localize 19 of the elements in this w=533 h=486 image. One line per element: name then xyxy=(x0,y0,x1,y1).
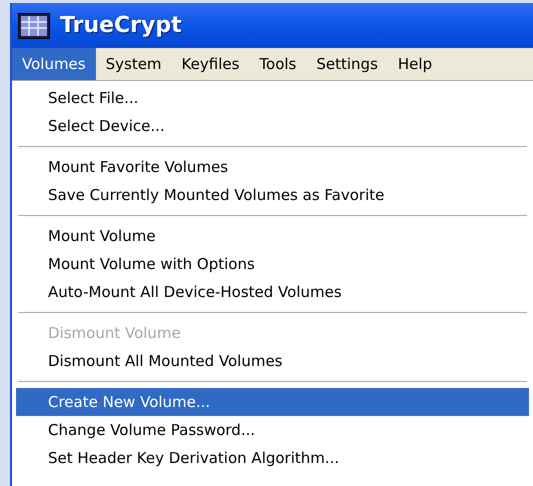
menu-item[interactable]: Mount Volume with Options xyxy=(16,250,529,278)
menu-item[interactable]: Change Volume Password... xyxy=(16,416,529,444)
menu-item[interactable]: Mount Volume xyxy=(16,222,529,250)
menu-bar-item[interactable]: Settings xyxy=(306,48,388,80)
menu-bar-item[interactable]: Tools xyxy=(249,48,306,80)
menu-item[interactable]: Save Currently Mounted Volumes as Favorite xyxy=(16,181,529,209)
menu-item[interactable]: Create New Volume... xyxy=(16,388,529,416)
menu-item[interactable]: Mount Favorite Volumes xyxy=(16,153,529,181)
menu-item[interactable]: Dismount All Mounted Volumes xyxy=(16,347,529,375)
menu-item[interactable]: Select File... xyxy=(16,84,529,112)
window-title: TrueCrypt xyxy=(60,12,182,40)
menu-item[interactable]: Select Device... xyxy=(16,112,529,140)
menu-item[interactable]: Auto-Mount All Device-Hosted Volumes xyxy=(16,278,529,306)
menu-bar-item[interactable]: System xyxy=(96,48,172,80)
menu-item[interactable]: Set Header Key Derivation Algorithm... xyxy=(16,444,529,472)
menu-bar-item[interactable]: Keyfiles xyxy=(172,48,250,80)
menu-bar-item[interactable]: Volumes xyxy=(12,48,96,80)
menu-bar-item[interactable]: Help xyxy=(388,48,442,80)
app-icon xyxy=(18,12,50,38)
